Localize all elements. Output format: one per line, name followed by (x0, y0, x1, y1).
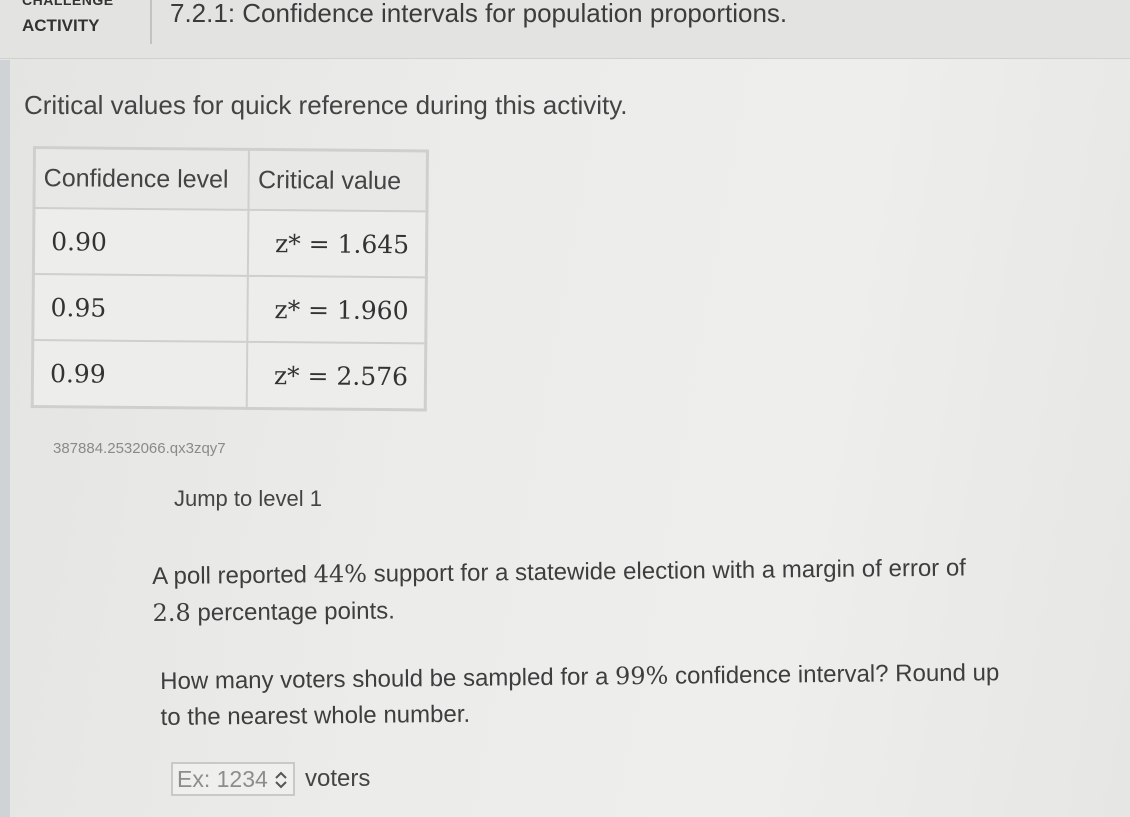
jump-to-level-link[interactable]: Jump to level 1 (174, 486, 322, 512)
voters-answer-input[interactable] (173, 764, 277, 794)
critical-values-table: Confidence level Critical value 0.90 z* … (30, 146, 429, 412)
question-text-part3: to the nearest whole number. (160, 700, 471, 731)
left-edge-bar (0, 60, 10, 817)
intro-text: Critical values for quick reference duri… (24, 90, 628, 120)
reference-id: 387884.2532066.qx3zqy7 (53, 440, 226, 457)
answer-row: voters (171, 760, 370, 798)
activity-header: CHALLENGE ACTIVITY 7.2.1: Confidence int… (0, 0, 1130, 59)
table-row: 0.90 z* = 1.645 (33, 208, 427, 278)
header-confidence-level: Confidence level (33, 147, 250, 210)
confidence-level-cell: 0.99 (32, 340, 248, 409)
answer-field (171, 762, 295, 796)
table-header-row: Confidence level Critical value (33, 147, 428, 212)
problem-text-part3: percentage points. (190, 597, 396, 627)
problem-text-part1: A poll reported (152, 561, 314, 590)
support-percent: 44% (313, 559, 368, 589)
critical-value-cell: z* = 1.645 (248, 209, 427, 278)
activity-page: CHALLENGE ACTIVITY 7.2.1: Confidence int… (0, 0, 1130, 817)
activity-label: ACTIVITY (22, 16, 100, 35)
up-down-arrows-icon[interactable] (273, 769, 289, 791)
critical-values-table-wrap: Confidence level Critical value 0.90 z* … (30, 146, 429, 412)
header-divider (150, 0, 152, 44)
problem-statement: A poll reported 44% support for a statew… (152, 549, 1053, 632)
question-prompt: How many voters should be sampled for a … (160, 654, 1061, 736)
activity-title: 7.2.1: Confidence intervals for populati… (170, 0, 788, 28)
problem-text-part2: support for a statewide election with a … (366, 554, 967, 588)
challenge-label: CHALLENGE (22, 0, 114, 8)
question-text-part1: How many voters should be sampled for a (160, 663, 616, 695)
header-critical-value: Critical value (248, 149, 428, 212)
voters-unit-label: voters (305, 765, 371, 792)
confidence-level-cell: 0.95 (32, 274, 249, 342)
confidence-level-cell: 0.90 (33, 208, 249, 276)
confidence-percent: 99% (614, 661, 669, 691)
table-row: 0.95 z* = 1.960 (32, 274, 427, 344)
question-text-part2: confidence interval? Round up (668, 659, 1000, 690)
table-row: 0.99 z* = 2.576 (32, 340, 426, 410)
margin-of-error-value: 2.8 (152, 598, 191, 627)
critical-value-cell: z* = 2.576 (247, 341, 426, 410)
critical-value-cell: z* = 1.960 (247, 275, 427, 344)
